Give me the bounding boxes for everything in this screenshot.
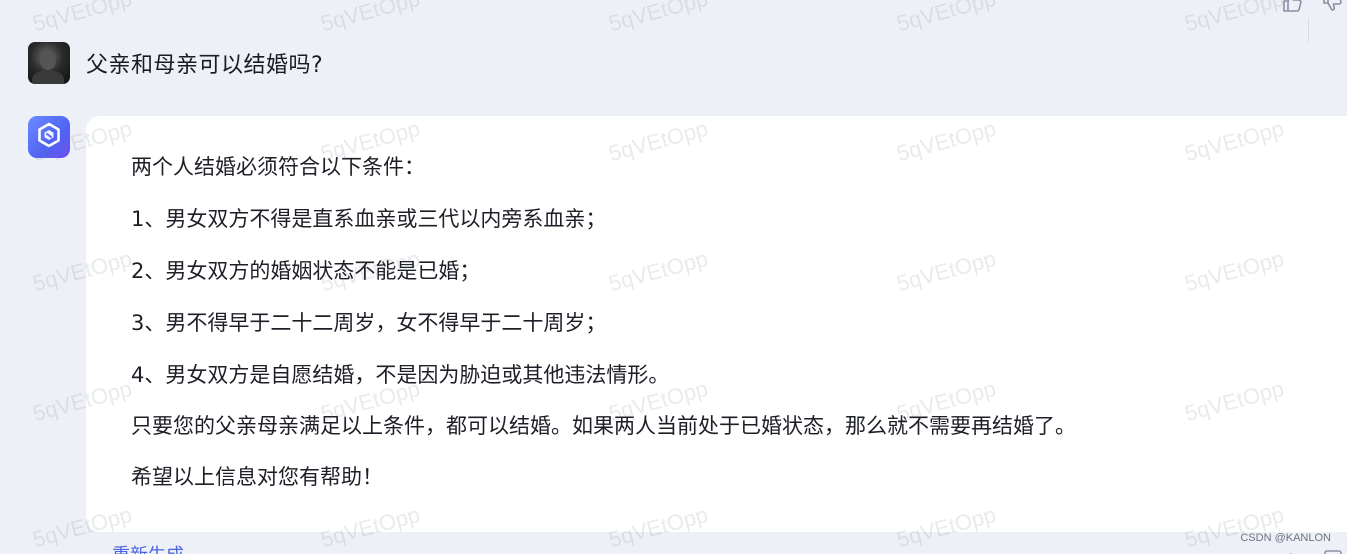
user-message-row: 父亲和母亲可以结婚吗? <box>28 42 323 84</box>
answer-line: 4、男女双方是自愿结婚，不是因为胁迫或其他违法情形。 <box>131 363 670 387</box>
bot-avatar <box>28 116 70 158</box>
watermark: 5qVEtOpp <box>318 0 423 37</box>
answer-line: 2、男女双方的婚姻状态不能是已婚； <box>131 259 481 283</box>
answer-line: 1、男女双方不得是直系血亲或三代以内旁系血亲； <box>131 207 607 231</box>
watermark: 5qVEtOpp <box>30 0 135 37</box>
source-credit: CSDN @KANLON <box>1240 532 1331 544</box>
message-actions-top <box>1257 0 1347 16</box>
answer-line: 3、男不得早于二十二周岁，女不得早于二十周岁； <box>131 311 607 335</box>
answer-line: 希望以上信息对您有帮助！ <box>131 465 383 489</box>
toolbar-divider <box>1308 18 1309 42</box>
answer-line: 两个人结婚必须符合以下条件： <box>131 155 425 179</box>
answer-line: 只要您的父亲母亲满足以上条件，都可以结婚。如果两人当前处于已婚状态，那么就不需要… <box>131 414 1076 438</box>
answer-card: 两个人结婚必须符合以下条件： 1、男女双方不得是直系血亲或三代以内旁系血亲； 2… <box>86 116 1347 532</box>
watermark: 5qVEtOpp <box>606 0 711 37</box>
regenerate-button[interactable]: 重新生成 <box>112 541 184 554</box>
chat-page: 父亲和母亲可以结婚吗? 两个人结婚必须符合以下条件： 1、男女双方不得是直系血亲… <box>0 0 1347 554</box>
user-avatar <box>28 42 70 84</box>
message-actions-bottom <box>1277 544 1347 554</box>
bot-logo-icon <box>36 122 62 152</box>
thumbs-down-icon[interactable] <box>1321 0 1343 12</box>
user-question-text: 父亲和母亲可以结婚吗? <box>86 53 324 78</box>
answer-body: 两个人结婚必须符合以下条件： 1、男女双方不得是直系血亲或三代以内旁系血亲； 2… <box>131 154 1281 516</box>
thumbs-up-icon[interactable] <box>1281 0 1303 12</box>
watermark: 5qVEtOpp <box>894 0 999 37</box>
